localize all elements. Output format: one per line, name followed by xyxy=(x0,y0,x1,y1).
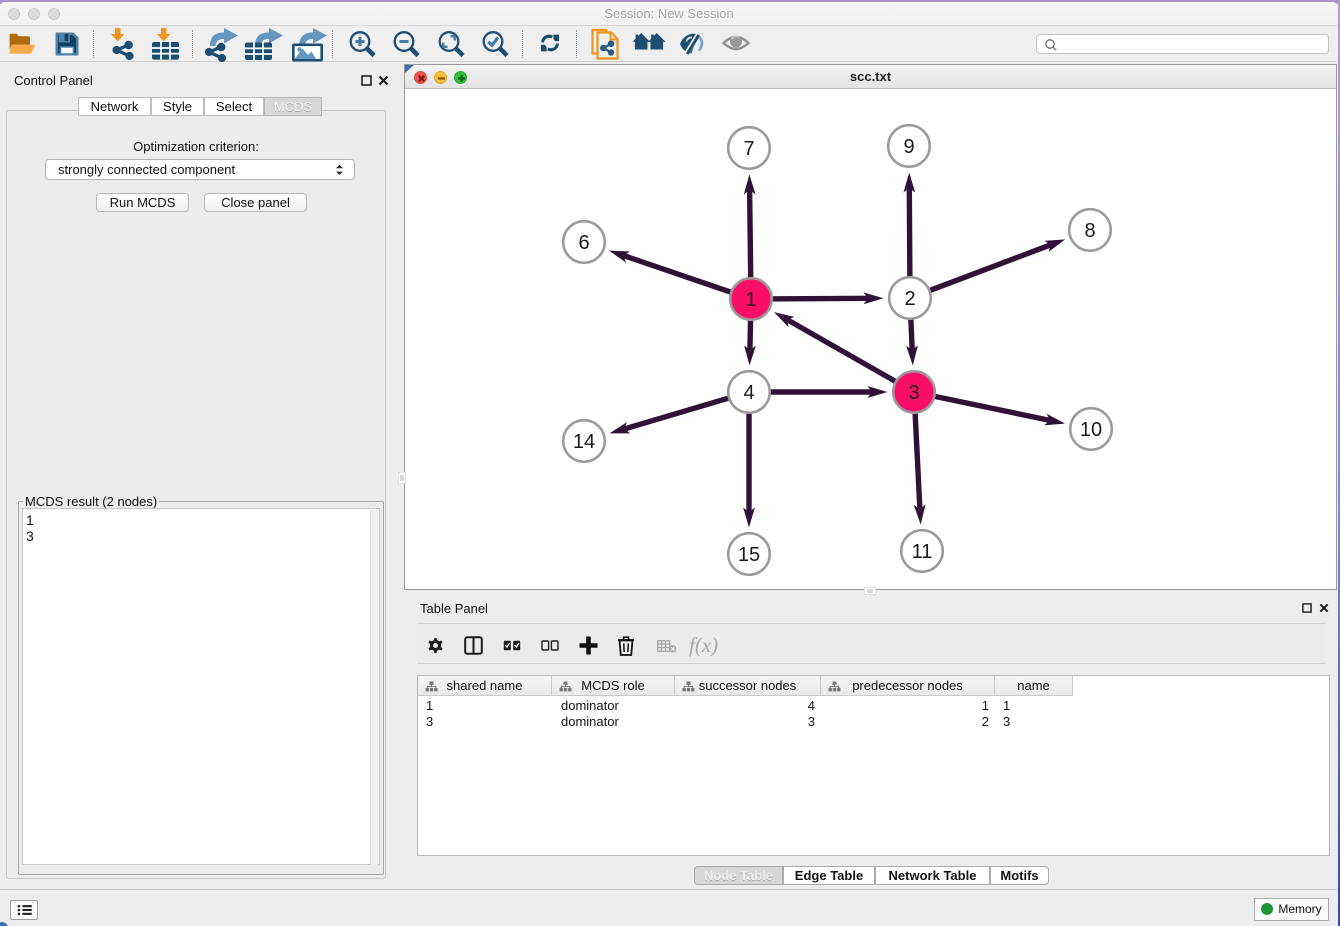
svg-text:11: 11 xyxy=(912,541,933,563)
svg-text:10: 10 xyxy=(1080,419,1102,441)
svg-text:7: 7 xyxy=(743,138,754,160)
svg-text:6: 6 xyxy=(578,232,589,254)
svg-text:1: 1 xyxy=(745,289,756,311)
svg-text:2: 2 xyxy=(904,288,915,310)
svg-text:15: 15 xyxy=(738,544,760,566)
svg-text:8: 8 xyxy=(1084,220,1095,242)
svg-text:3: 3 xyxy=(908,382,919,404)
svg-text:14: 14 xyxy=(573,431,595,453)
svg-text:4: 4 xyxy=(743,382,754,404)
svg-text:9: 9 xyxy=(903,136,914,158)
